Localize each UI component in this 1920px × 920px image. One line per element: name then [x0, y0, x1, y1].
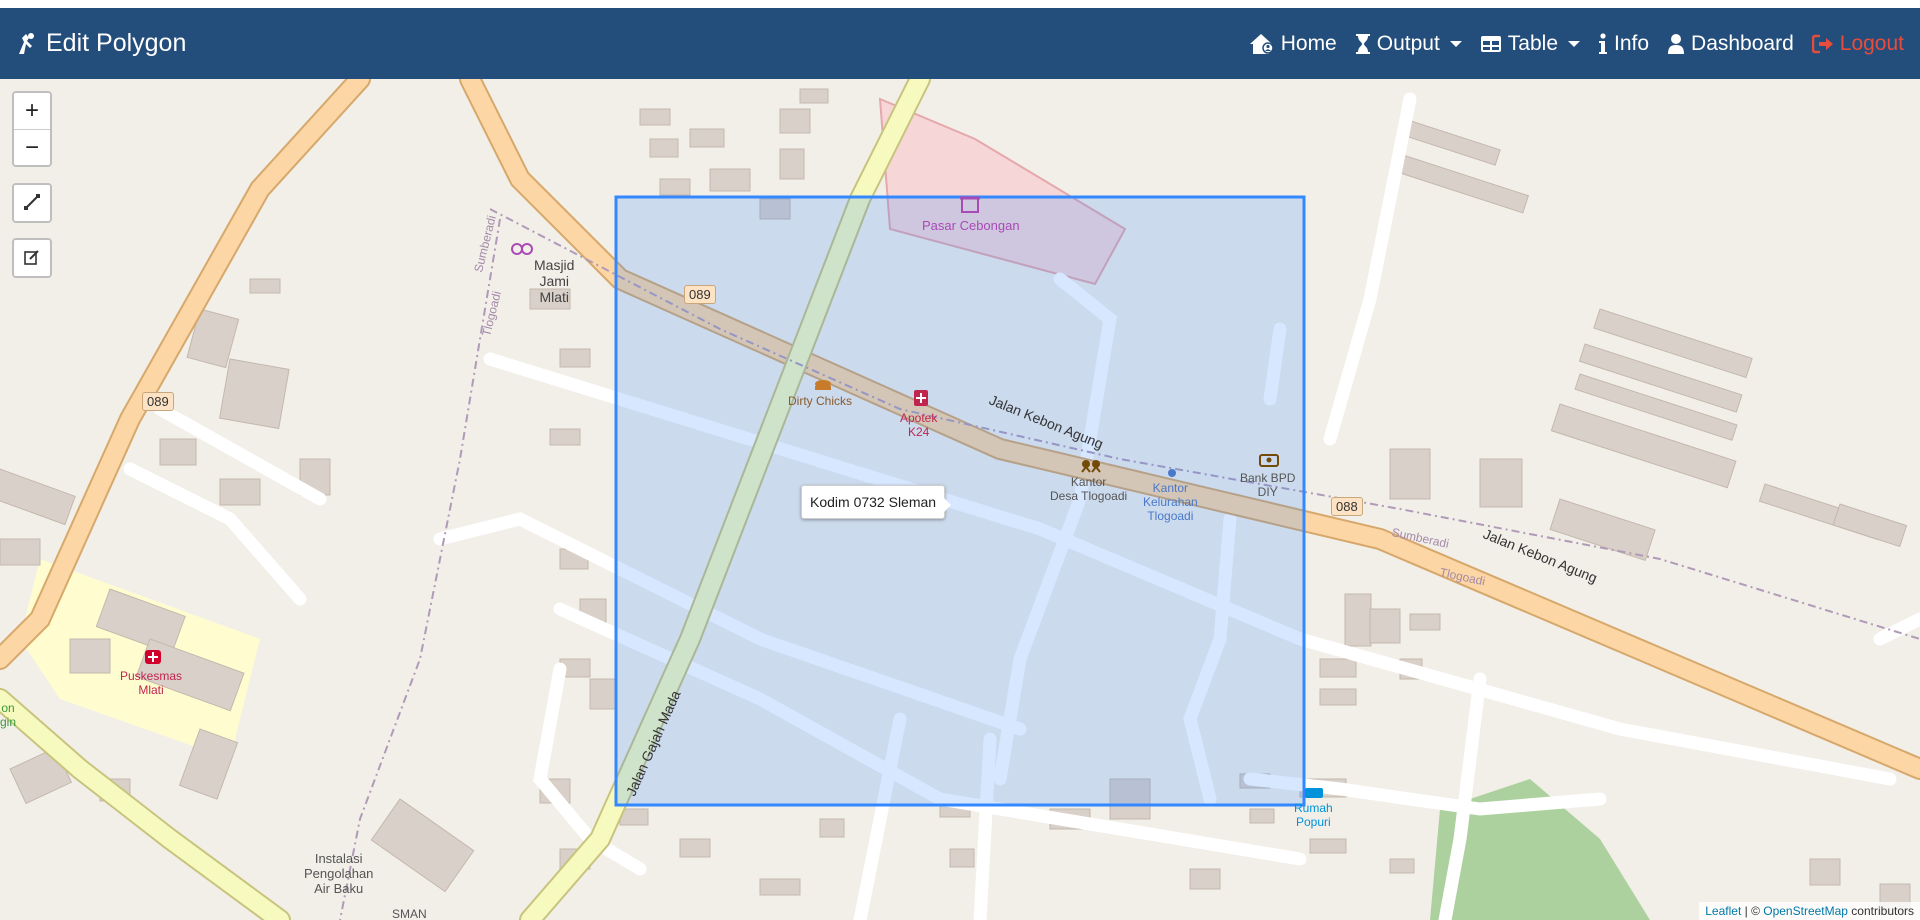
draw-polyline-button[interactable] [14, 185, 50, 221]
map-tiles [0, 79, 1920, 920]
label-dirty-chicks: Dirty Chicks [788, 394, 853, 408]
label-line: Air Baku [314, 881, 364, 896]
osm-link[interactable]: OpenStreetMap [1763, 904, 1848, 918]
nav-dashboard[interactable]: Dashboard [1667, 32, 1794, 56]
label-puskesmas: Puskesmas Mlati [120, 669, 182, 697]
label-sman: SMAN [392, 907, 427, 920]
label-apotek: Apotek K24 [900, 411, 937, 439]
attribution-separator: | © [1741, 904, 1764, 918]
label-kantor-desa: Kantor Desa Tlogoadi [1050, 475, 1127, 503]
road-shield-089-west: 089 [142, 392, 174, 411]
edit-polygon [614, 195, 1306, 807]
leaflet-link[interactable]: Leaflet [1705, 904, 1741, 918]
polygon-tooltip: Kodim 0732 Sleman [801, 485, 952, 519]
road-shield-088: 088 [1331, 497, 1363, 516]
nav-info[interactable]: Info [1598, 32, 1649, 56]
label-line: Kantor [1070, 475, 1107, 489]
label-line: K24 [908, 425, 930, 439]
label-rumah: Rumah Popuri [1294, 801, 1333, 829]
label-line: Kelurahan [1143, 495, 1198, 509]
nav-logout-label: Logout [1839, 31, 1904, 55]
chevron-down-icon [1449, 40, 1462, 47]
edit-icon [24, 244, 40, 272]
nav-home[interactable]: Home [1249, 32, 1337, 56]
label-bank: Bank BPD DIY [1240, 471, 1295, 499]
brand-logo-icon [16, 32, 38, 56]
edit-layers-button[interactable] [14, 240, 50, 276]
label-line: gin [0, 715, 17, 729]
info-icon [1598, 32, 1608, 55]
label-line: Puskesmas [120, 669, 183, 683]
table-icon [1480, 35, 1502, 53]
road-shield-089: 089 [684, 285, 716, 304]
label-left-edge: on gin [0, 701, 16, 729]
zoom-control: + − [12, 91, 52, 167]
navbar: Edit Polygon Home Output Table Info Dash… [0, 8, 1920, 79]
label-line: Mlati [539, 289, 570, 305]
label-masjid: Masjid Jami Mlati [534, 257, 574, 305]
office-icon [1168, 469, 1176, 477]
label-line: Bank BPD [1240, 471, 1296, 485]
brand-title: Edit Polygon [46, 29, 187, 57]
polyline-icon [24, 189, 40, 217]
label-instalasi: Instalasi Pengolahan Air Baku [304, 851, 373, 896]
zoom-in-button[interactable]: + [14, 93, 50, 129]
zoom-out-button[interactable]: − [14, 129, 50, 165]
label-line: Masjid [534, 257, 575, 273]
label-pasar-cebongan: Pasar Cebongan [922, 218, 1020, 233]
label-line: Mlati [138, 683, 164, 697]
hospital-icon [145, 650, 161, 664]
fastfood-icon [815, 380, 831, 390]
logout-icon [1811, 34, 1834, 54]
map-canvas[interactable]: Pasar Cebongan Masjid Jami Mlati Dirty C… [0, 79, 1920, 920]
nav-table-label: Table [1507, 31, 1558, 55]
label-line: Popuri [1296, 815, 1331, 829]
nav-info-label: Info [1614, 31, 1650, 55]
map-attribution: Leaflet | © OpenStreetMap contributors [1699, 902, 1920, 920]
home-icon [1249, 33, 1275, 55]
nav-output-label: Output [1376, 31, 1440, 55]
label-line: Instalasi [314, 851, 363, 866]
nav-home-label: Home [1280, 31, 1337, 55]
user-icon [1667, 33, 1685, 55]
nav-dashboard-label: Dashboard [1691, 31, 1794, 55]
chevron-down-icon [1568, 40, 1580, 47]
edit-control [12, 238, 52, 278]
label-line: Tlogoadi [1147, 509, 1194, 523]
nav-output-dropdown[interactable]: Output [1355, 32, 1462, 56]
label-line: on [1, 701, 15, 715]
pharmacy-icon [914, 390, 928, 406]
draw-polyline-control [12, 183, 52, 223]
label-line: DIY [1257, 485, 1278, 499]
label-line: Pengolahan [304, 866, 374, 881]
label-line: Jami [539, 273, 570, 289]
label-kantor-kelurahan: Kantor Kelurahan Tlogoadi [1143, 481, 1198, 523]
hourglass-icon [1355, 33, 1371, 55]
label-line: Kantor [1152, 481, 1189, 495]
main-nav: Home Output Table Info Dashboard Logout [1249, 32, 1904, 56]
label-line: Rumah [1294, 801, 1333, 815]
nav-table-dropdown[interactable]: Table [1480, 32, 1580, 56]
label-line: Apotek [900, 411, 938, 425]
attribution-suffix: contributors [1847, 904, 1914, 918]
label-line: Desa Tlogoadi [1050, 489, 1128, 503]
nav-logout[interactable]: Logout [1811, 31, 1904, 56]
brand[interactable]: Edit Polygon [16, 29, 186, 58]
lodging-icon [1305, 788, 1323, 798]
